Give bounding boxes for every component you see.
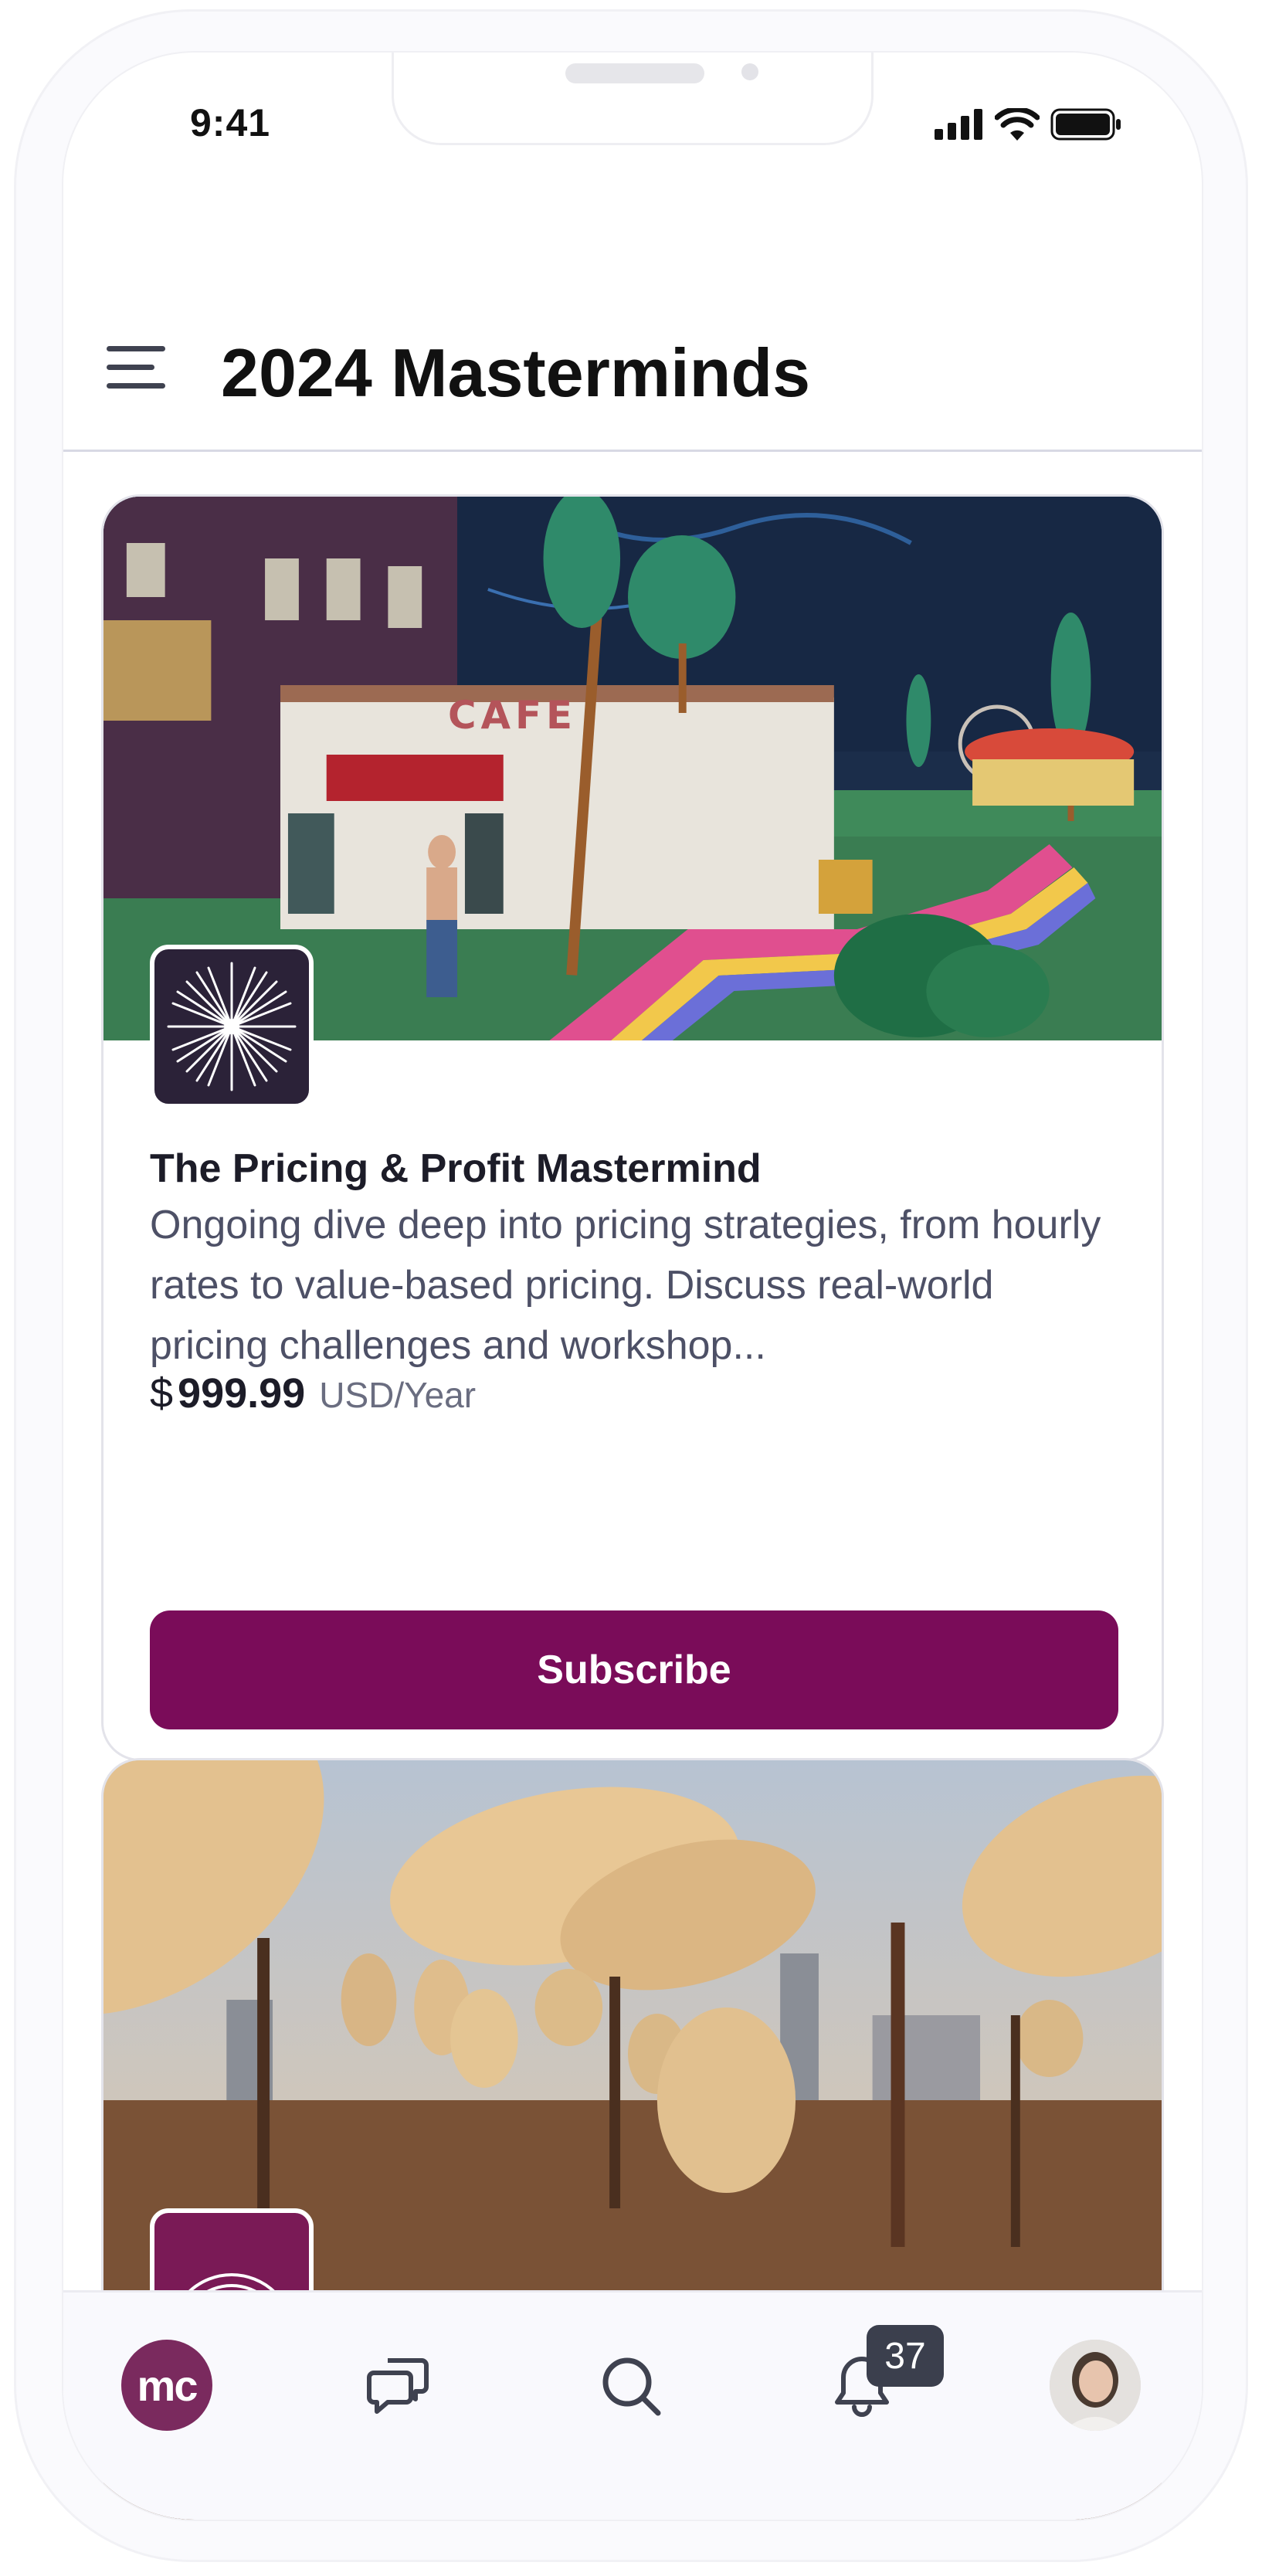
signal-icon bbox=[935, 109, 982, 140]
app-screen: 9:41 2024 Masterminds CAFE The Pricing &… bbox=[63, 53, 1202, 2520]
price-currency: $ bbox=[150, 1370, 174, 1417]
battery-icon bbox=[1050, 108, 1121, 141]
price: $ 999.99 USD/Year bbox=[150, 1369, 476, 1417]
wifi-icon bbox=[995, 108, 1040, 141]
bottom-navigation: mc 37 bbox=[63, 2290, 1202, 2520]
status-time: 9:41 bbox=[190, 101, 271, 144]
mastermind-logo bbox=[150, 945, 314, 1108]
mc-logo: mc bbox=[121, 2340, 212, 2431]
menu-line bbox=[107, 346, 165, 351]
starburst-icon bbox=[167, 962, 297, 1091]
page-header: 2024 Masterminds bbox=[63, 284, 1202, 452]
price-period: USD/Year bbox=[319, 1375, 477, 1415]
card-title[interactable]: The Pricing & Profit Mastermind bbox=[150, 1145, 762, 1192]
page-title: 2024 Masterminds bbox=[221, 334, 811, 411]
nav-chat[interactable] bbox=[352, 2339, 445, 2432]
menu-line bbox=[107, 365, 154, 370]
cafe-sign-text: CAFE bbox=[448, 693, 577, 738]
mastermind-card[interactable]: CAFE The Pricing & Profit Mastermind Ong… bbox=[101, 494, 1164, 1761]
status-bar: 9:41 bbox=[63, 53, 1202, 199]
card-description: Ongoing dive deep into pricing strategie… bbox=[150, 1203, 1101, 1368]
avatar bbox=[1050, 2340, 1141, 2431]
notification-badge: 37 bbox=[867, 2325, 944, 2387]
system-icons bbox=[935, 108, 1121, 141]
hamburger-menu-icon[interactable] bbox=[107, 346, 168, 395]
camera bbox=[741, 63, 758, 80]
user-portrait-image bbox=[1050, 2340, 1141, 2431]
speaker bbox=[565, 63, 704, 83]
price-amount: 999.99 bbox=[178, 1370, 306, 1417]
search-icon bbox=[602, 2357, 661, 2416]
chat-icon bbox=[367, 2358, 429, 2414]
nav-home[interactable]: mc bbox=[120, 2339, 213, 2432]
nav-search[interactable] bbox=[584, 2339, 677, 2432]
notch bbox=[392, 53, 874, 145]
nav-profile[interactable] bbox=[1049, 2339, 1142, 2432]
menu-line bbox=[107, 383, 165, 389]
subscribe-button[interactable]: Subscribe bbox=[150, 1610, 1118, 1729]
